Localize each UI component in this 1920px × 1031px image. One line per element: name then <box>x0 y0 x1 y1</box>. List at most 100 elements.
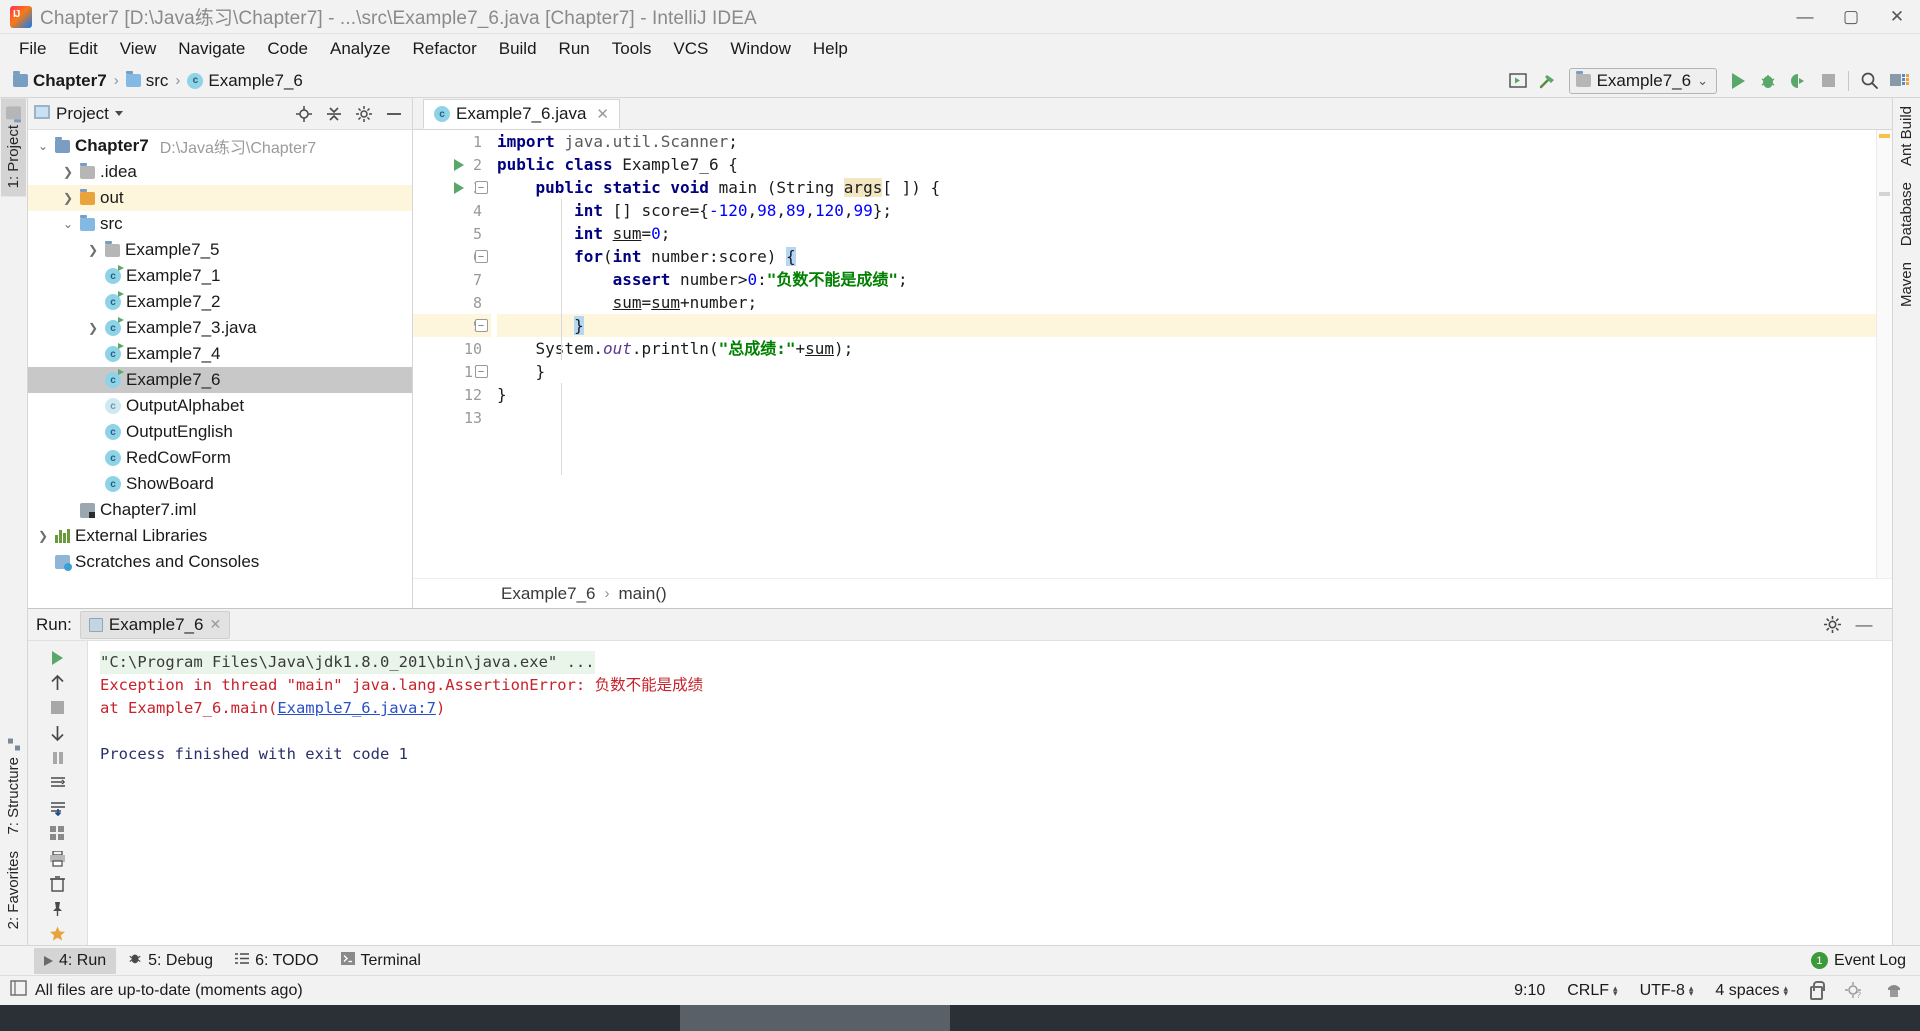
inspections-icon[interactable]: ? <box>1838 980 1870 1001</box>
tree-node-chapter7-iml[interactable]: Chapter7.iml <box>28 497 412 523</box>
bottom-tab-run[interactable]: 4: Run <box>34 947 117 974</box>
chevron-right-icon[interactable]: ❯ <box>61 191 75 205</box>
breadcrumb-class[interactable]: Example7_6 <box>501 584 596 604</box>
project-structure-icon[interactable] <box>1884 67 1914 95</box>
chevron-right-icon[interactable]: ❯ <box>86 321 100 335</box>
bottom-tab-debug[interactable]: 5: Debug <box>118 947 223 974</box>
tree-node-example7-2[interactable]: c Example7_2 <box>28 289 412 315</box>
close-icon[interactable]: ✕ <box>209 616 221 633</box>
tree-node-outputalphabet[interactable]: c OutputAlphabet <box>28 393 412 419</box>
menu-navigate[interactable]: Navigate <box>167 36 256 62</box>
console-output[interactable]: "C:\Program Files\Java\jdk1.8.0_201\bin\… <box>88 641 1892 945</box>
menu-tools[interactable]: Tools <box>601 36 663 62</box>
close-button[interactable]: ✕ <box>1874 0 1920 34</box>
tree-node-redcowform[interactable]: c RedCowForm <box>28 445 412 471</box>
tree-node-outputenglish[interactable]: c OutputEnglish <box>28 419 412 445</box>
code-line[interactable]: import java.util.Scanner; <box>497 130 1876 153</box>
chevron-down-icon[interactable]: ⌄ <box>36 139 50 153</box>
project-tree[interactable]: ⌄ Chapter7 D:\Java练习\Chapter7 ❯ .idea ❯ out ⌄ sr… <box>28 130 412 608</box>
sidebar-item-database[interactable]: Database <box>1894 174 1919 254</box>
chevron-right-icon[interactable]: ❯ <box>61 165 75 179</box>
code-line[interactable]: public class Example7_6 { <box>497 153 1876 176</box>
run-icon[interactable] <box>1723 67 1753 95</box>
trash-icon[interactable] <box>43 874 73 895</box>
maximize-button[interactable]: ▢ <box>1828 0 1874 34</box>
tree-node-showboard[interactable]: c ShowBoard <box>28 471 412 497</box>
grid-icon[interactable] <box>43 823 73 844</box>
menu-edit[interactable]: Edit <box>57 36 108 62</box>
code-line[interactable] <box>497 406 1876 429</box>
menu-analyze[interactable]: Analyze <box>319 36 401 62</box>
hide-panel-icon[interactable] <box>382 102 406 126</box>
sidebar-item-maven[interactable]: Maven <box>1894 254 1919 315</box>
tree-node-src[interactable]: ⌄ src <box>28 211 412 237</box>
pause-icon[interactable] <box>43 748 73 769</box>
search-everywhere-icon[interactable] <box>1854 67 1884 95</box>
build-hammer-icon[interactable] <box>1533 67 1563 95</box>
debug-icon[interactable] <box>1753 67 1783 95</box>
stop-icon[interactable] <box>1813 67 1843 95</box>
favorite-star-icon[interactable] <box>43 924 73 945</box>
code-line[interactable]: assert number>0:"负数不能是成绩"; <box>497 268 1876 291</box>
gutter-run-icon[interactable] <box>451 176 467 199</box>
menu-help[interactable]: Help <box>802 36 859 62</box>
tree-node-example7-6[interactable]: c Example7_6 <box>28 367 412 393</box>
soft-wrap-icon[interactable] <box>43 773 73 794</box>
pin-icon[interactable] <box>43 899 73 920</box>
tree-node-out[interactable]: ❯ out <box>28 185 412 211</box>
bottom-tab-terminal[interactable]: Terminal <box>331 948 431 974</box>
code-line[interactable]: } <box>497 383 1876 406</box>
minimize-button[interactable]: — <box>1782 0 1828 34</box>
code-line[interactable]: } <box>497 314 1876 337</box>
code-text-area[interactable]: import java.util.Scanner; public class Ex… <box>491 130 1876 578</box>
code-editor[interactable]: 12345678910111213−−−− import java.util.S… <box>413 130 1892 578</box>
menu-refactor[interactable]: Refactor <box>401 36 487 62</box>
stop-process-icon[interactable] <box>43 697 73 718</box>
tree-node-example7-4[interactable]: c Example7_4 <box>28 341 412 367</box>
menu-run[interactable]: Run <box>548 36 601 62</box>
run-with-coverage-icon[interactable] <box>1783 67 1813 95</box>
tree-node-example7-5[interactable]: ❯ Example7_5 <box>28 237 412 263</box>
indent-selector[interactable]: 4 spaces ▴ ▾ <box>1708 980 1795 1002</box>
print-icon[interactable] <box>43 848 73 869</box>
menu-build[interactable]: Build <box>488 36 548 62</box>
scroll-to-end-icon[interactable] <box>43 798 73 819</box>
tree-node-external-libraries[interactable]: ❯ External Libraries <box>28 523 412 549</box>
bottom-tab-todo[interactable]: 6: TODO <box>225 948 328 974</box>
console-stack-link[interactable]: Example7_6.java:7 <box>277 699 436 717</box>
gutter-fold-toggle[interactable]: − <box>473 176 489 199</box>
tree-node-example7-1[interactable]: c Example7_1 <box>28 263 412 289</box>
preview-icon[interactable] <box>1503 67 1533 95</box>
caret-position[interactable]: 9:10 <box>1507 980 1552 1002</box>
gutter-run-icon[interactable] <box>451 153 467 176</box>
breadcrumb-src[interactable]: src <box>121 69 174 93</box>
encoding-selector[interactable]: UTF-8 ▴ ▾ <box>1633 980 1701 1002</box>
editor-gutter[interactable]: 12345678910111213−−−− <box>413 130 491 578</box>
menu-code[interactable]: Code <box>256 36 319 62</box>
chevron-down-icon[interactable] <box>114 111 123 116</box>
gutter-fold-toggle[interactable]: − <box>473 314 489 337</box>
gutter-fold-toggle[interactable]: − <box>473 360 489 383</box>
chevron-down-icon[interactable]: ⌄ <box>61 217 75 231</box>
gutter-fold-toggle[interactable]: − <box>473 245 489 268</box>
lock-icon[interactable] <box>1803 980 1830 1002</box>
menu-view[interactable]: View <box>109 36 168 62</box>
breadcrumb-chapter7[interactable]: Chapter7 <box>8 69 112 93</box>
code-line[interactable]: int [] score={-120,98,89,120,99}; <box>497 199 1876 222</box>
sidebar-item-structure[interactable]: 7: Structure <box>1 731 26 843</box>
tree-node-example7-3-java[interactable]: ❯ c Example7_3.java <box>28 315 412 341</box>
collapse-all-icon[interactable] <box>322 102 346 126</box>
sidebar-item-favorites[interactable]: 2: Favorites <box>1 843 26 937</box>
settings-gear-icon[interactable] <box>1820 613 1844 637</box>
code-line[interactable]: System.out.println("总成绩:"+sum); <box>497 337 1876 360</box>
line-separator-selector[interactable]: CRLF ▴ ▾ <box>1560 980 1624 1002</box>
tree-node-chapter7[interactable]: ⌄ Chapter7 D:\Java练习\Chapter7 <box>28 133 412 159</box>
chevron-right-icon[interactable]: ❯ <box>36 529 50 543</box>
settings-gear-icon[interactable] <box>352 102 376 126</box>
close-icon[interactable]: ✕ <box>596 105 609 123</box>
breadcrumb-method[interactable]: main() <box>619 584 667 604</box>
code-line[interactable]: sum=sum+number; <box>497 291 1876 314</box>
sidebar-item-ant-build[interactable]: Ant Build <box>1894 98 1919 174</box>
code-line[interactable]: int sum=0; <box>497 222 1876 245</box>
menu-file[interactable]: File <box>8 36 57 62</box>
